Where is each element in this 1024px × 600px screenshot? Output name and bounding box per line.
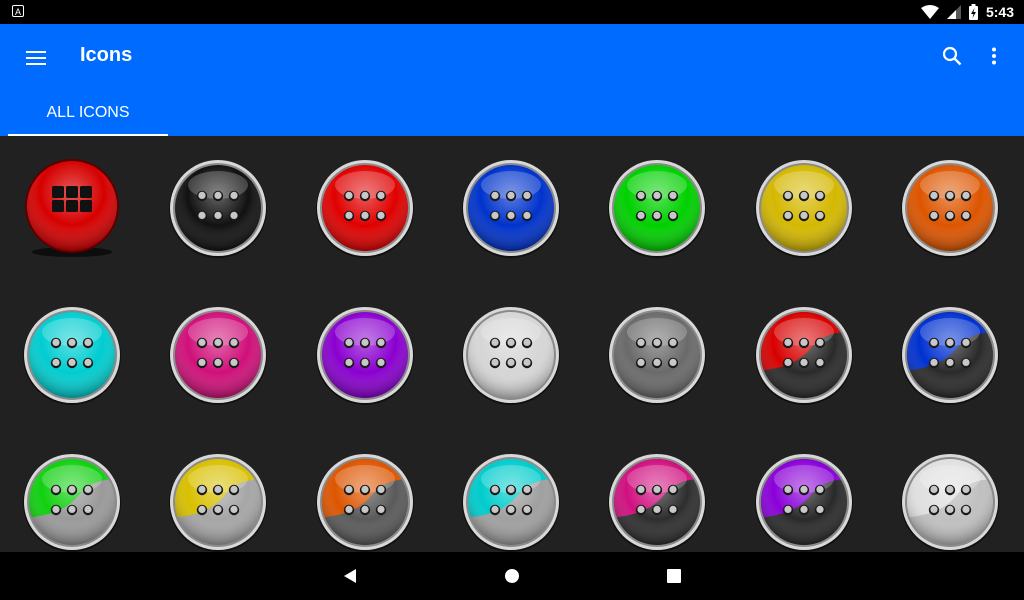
icon-red-black[interactable]	[754, 305, 854, 405]
icon-blue-black[interactable]	[900, 305, 1000, 405]
blue-black-icon	[900, 307, 999, 405]
icon-red-apps[interactable]	[22, 158, 122, 258]
more-vertical-icon	[992, 47, 996, 65]
icon-cyan[interactable]	[22, 305, 122, 405]
menu-button[interactable]	[20, 42, 52, 74]
menu-icon	[26, 51, 46, 65]
more-options-button[interactable]	[982, 42, 1006, 70]
purple-icon	[315, 307, 414, 405]
notification-a-icon: A	[12, 5, 24, 17]
orange-gray-icon	[315, 454, 414, 552]
icon-black[interactable]	[168, 158, 268, 258]
app-bar: Icons ALL ICONS	[0, 24, 1024, 136]
white-gray-icon	[900, 454, 999, 552]
icon-orange[interactable]	[900, 158, 1000, 258]
orange-icon	[900, 160, 999, 258]
gray-icon	[608, 307, 707, 405]
tab-all-icons[interactable]: ALL ICONS	[8, 96, 168, 136]
recents-button[interactable]	[662, 564, 686, 588]
icon-green[interactable]	[607, 158, 707, 258]
red-black-icon	[754, 307, 853, 405]
red-icon	[315, 160, 414, 258]
white-icon	[461, 307, 560, 405]
search-button[interactable]	[938, 42, 966, 70]
wifi-icon	[920, 5, 939, 19]
pink-black-icon	[608, 454, 707, 552]
clock: 5:43	[985, 4, 1014, 20]
icon-green-gray[interactable]	[22, 452, 122, 552]
status-bar: A 5:43	[0, 0, 1024, 24]
icon-blue[interactable]	[461, 158, 561, 258]
back-icon	[344, 569, 356, 583]
icon-red[interactable]	[315, 158, 415, 258]
icon-purple[interactable]	[315, 305, 415, 405]
navigation-bar	[0, 552, 1024, 600]
icon-grid	[0, 136, 1024, 552]
red-apps-icon	[25, 159, 119, 257]
pink-icon	[169, 307, 268, 405]
icon-gray[interactable]	[607, 305, 707, 405]
home-icon	[505, 569, 519, 583]
icon-yellow-gray[interactable]	[168, 452, 268, 552]
icon-white-gray[interactable]	[900, 452, 1000, 552]
icon-orange-gray[interactable]	[315, 452, 415, 552]
green-icon	[608, 160, 707, 258]
status-icons: 5:43	[920, 0, 1014, 24]
icon-white[interactable]	[461, 305, 561, 405]
green-gray-icon	[23, 454, 121, 552]
black-icon	[169, 160, 268, 258]
icon-pink-black[interactable]	[607, 452, 707, 552]
yellow-icon	[754, 160, 853, 258]
cyan-icon	[23, 307, 121, 405]
icon-pink[interactable]	[168, 305, 268, 405]
home-button[interactable]	[500, 564, 524, 588]
tab-label: ALL ICONS	[46, 104, 130, 121]
yellow-gray-icon	[169, 454, 268, 552]
page-title: Icons	[80, 44, 133, 66]
cyan-gray-icon	[461, 454, 560, 552]
battery-charging-icon	[968, 4, 978, 20]
blue-icon	[461, 160, 560, 258]
recents-icon	[667, 569, 681, 583]
search-icon	[942, 46, 962, 66]
purple-black-icon	[754, 454, 853, 552]
icon-purple-black[interactable]	[754, 452, 854, 552]
icon-cyan-gray[interactable]	[461, 452, 561, 552]
icon-yellow[interactable]	[754, 158, 854, 258]
back-button[interactable]	[338, 564, 362, 588]
signal-icon	[946, 5, 961, 19]
